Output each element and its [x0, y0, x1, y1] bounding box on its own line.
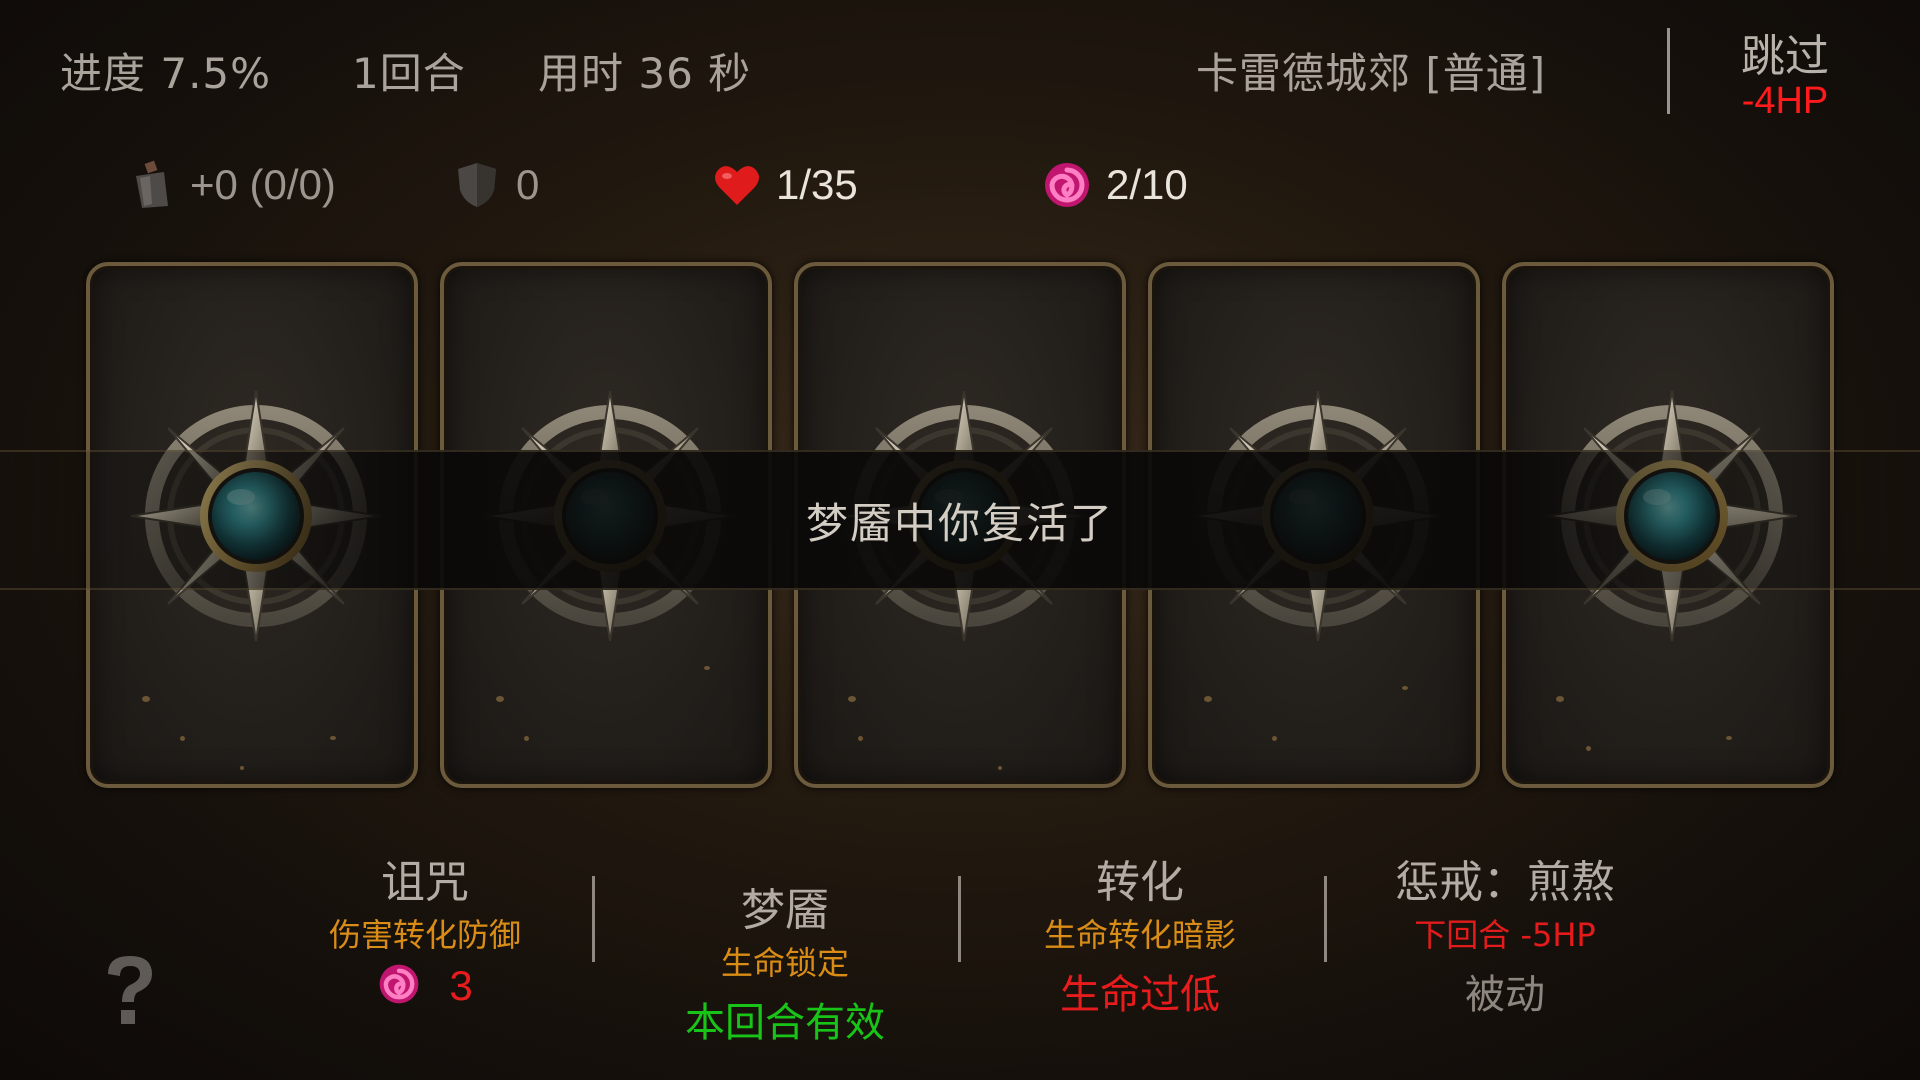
effect-curse-title: 诅咒	[381, 857, 469, 908]
round-label: 1回合	[352, 49, 466, 98]
armor-value: 0	[516, 161, 540, 208]
location-label: 卡雷德城郊 [普通]	[1196, 49, 1547, 98]
effect-punish-subtitle: 下回合 -5HP	[1414, 916, 1596, 954]
effect-curse-value: 3	[449, 962, 473, 1009]
attack-value: +0 (0/0)	[190, 161, 336, 208]
effect-nightmare: 梦靥 生命锁定 本回合有效	[620, 874, 950, 1048]
armor-stat: 0	[452, 160, 539, 210]
time-label: 用时 36 秒	[538, 49, 752, 98]
effect-curse: 诅咒 伤害转化防御 3	[280, 846, 570, 1010]
effect-convert-subtitle: 生命转化暗影	[1043, 916, 1236, 954]
sword-icon	[126, 160, 176, 210]
heart-icon	[712, 160, 762, 210]
health-value: 1/35	[776, 161, 858, 208]
effect-punish: 惩戒：煎熬 下回合 -5HP 被动	[1340, 846, 1670, 1020]
banner-message: 梦靥中你复活了	[805, 499, 1114, 548]
effect-punish-status: 被动	[1465, 972, 1545, 1018]
effect-divider	[958, 876, 961, 962]
effect-punish-title: 惩戒：煎熬	[1395, 857, 1615, 908]
effect-convert: 转化 生命转化暗影 生命过低	[990, 846, 1290, 1020]
game-screen: 进度 7.5% 1回合 用时 36 秒 卡雷德城郊 [普通] 跳过 -4HP +…	[0, 0, 1920, 1080]
effect-curse-subtitle: 伤害转化防御	[328, 916, 521, 954]
effect-nightmare-title: 梦靥	[741, 885, 829, 936]
effect-convert-status: 生命过低	[1060, 972, 1220, 1018]
shield-icon	[452, 160, 502, 210]
shadow-value: 2/10	[1106, 161, 1188, 208]
progress-label: 进度 7.5%	[60, 49, 272, 98]
shadow-stat: 2/10	[1042, 160, 1188, 210]
swirl-icon	[377, 962, 421, 1010]
effect-nightmare-status: 本回合有效	[685, 1000, 885, 1046]
health-stat: 1/35	[712, 160, 858, 210]
skip-cost: -4HP	[1741, 80, 1829, 122]
effect-divider	[1324, 876, 1327, 962]
help-icon[interactable]	[98, 952, 162, 1028]
swirl-icon	[1042, 160, 1092, 210]
attack-stat: +0 (0/0)	[126, 160, 336, 210]
effect-divider	[592, 876, 595, 962]
top-divider	[1667, 28, 1670, 114]
effect-nightmare-subtitle: 生命锁定	[720, 944, 849, 982]
skip-button[interactable]: 跳过	[1700, 20, 1870, 84]
effect-convert-title: 转化	[1096, 857, 1184, 908]
